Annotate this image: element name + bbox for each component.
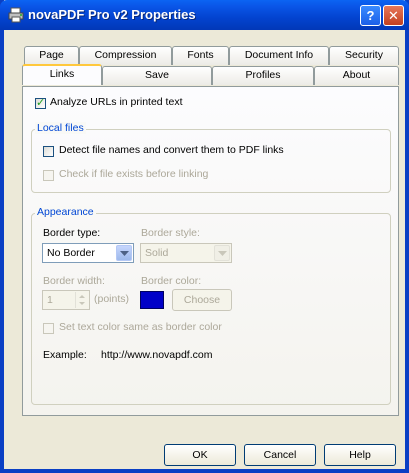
border-style-select[interactable]: Solid — [140, 243, 232, 263]
border-type-select[interactable]: No Border — [42, 243, 134, 263]
example-label: Example: — [43, 349, 87, 361]
chevron-down-icon[interactable] — [116, 245, 132, 261]
tab-page[interactable]: Page — [24, 46, 79, 65]
border-style-label: Border style: — [141, 227, 200, 239]
detect-file-names-label[interactable]: Detect file names and convert them to PD… — [59, 144, 284, 156]
tab-security[interactable]: Security — [329, 46, 399, 65]
tab-save[interactable]: Save — [102, 66, 212, 85]
properties-dialog: novaPDF Pro v2 Properties ? ✕ Page Compr… — [0, 0, 409, 473]
spinner-arrows-icon[interactable] — [75, 292, 88, 308]
choose-color-button[interactable]: Choose — [172, 289, 232, 311]
check-file-exists-label[interactable]: Check if file exists before linking — [59, 168, 208, 180]
title-bar[interactable]: novaPDF Pro v2 Properties ? ✕ — [0, 0, 409, 30]
printer-icon — [8, 7, 24, 23]
border-width-label: Border width: — [43, 275, 105, 287]
local-files-title: Local files — [35, 122, 86, 134]
border-type-label: Border type: — [43, 227, 101, 239]
appearance-title: Appearance — [35, 206, 96, 218]
tab-about[interactable]: About — [314, 66, 399, 85]
ok-button[interactable]: OK — [164, 444, 236, 466]
border-width-spinner[interactable]: 1 — [42, 290, 90, 310]
tab-links[interactable]: Links — [22, 64, 102, 85]
window-title: novaPDF Pro v2 Properties — [28, 7, 196, 22]
border-type-value: No Border — [47, 247, 95, 259]
cancel-button[interactable]: Cancel — [244, 444, 316, 466]
border-color-swatch[interactable] — [140, 291, 164, 309]
local-files-group — [31, 129, 391, 193]
tab-compression[interactable]: Compression — [79, 46, 172, 65]
check-file-exists-checkbox[interactable] — [43, 170, 54, 181]
tab-fonts[interactable]: Fonts — [172, 46, 229, 65]
links-tab-panel: ✓ Analyze URLs in printed text Local fil… — [22, 86, 399, 416]
analyze-urls-label[interactable]: Analyze URLs in printed text — [50, 96, 182, 108]
help-button[interactable]: Help — [324, 444, 396, 466]
border-style-value: Solid — [145, 247, 169, 259]
same-color-label[interactable]: Set text color same as border color — [59, 321, 222, 333]
example-value: http://www.novapdf.com — [101, 349, 213, 361]
border-color-label: Border color: — [141, 275, 202, 287]
detect-file-names-checkbox[interactable] — [43, 146, 54, 157]
border-width-value: 1 — [47, 294, 53, 306]
title-close-button[interactable]: ✕ — [383, 5, 404, 26]
same-color-checkbox[interactable] — [43, 323, 54, 334]
analyze-urls-checkbox[interactable]: ✓ — [35, 98, 46, 109]
title-help-button[interactable]: ? — [360, 5, 381, 26]
tab-document-info[interactable]: Document Info — [229, 46, 329, 65]
chevron-down-icon[interactable] — [214, 245, 230, 261]
tab-profiles[interactable]: Profiles — [212, 66, 314, 85]
border-width-unit: (points) — [94, 293, 130, 305]
